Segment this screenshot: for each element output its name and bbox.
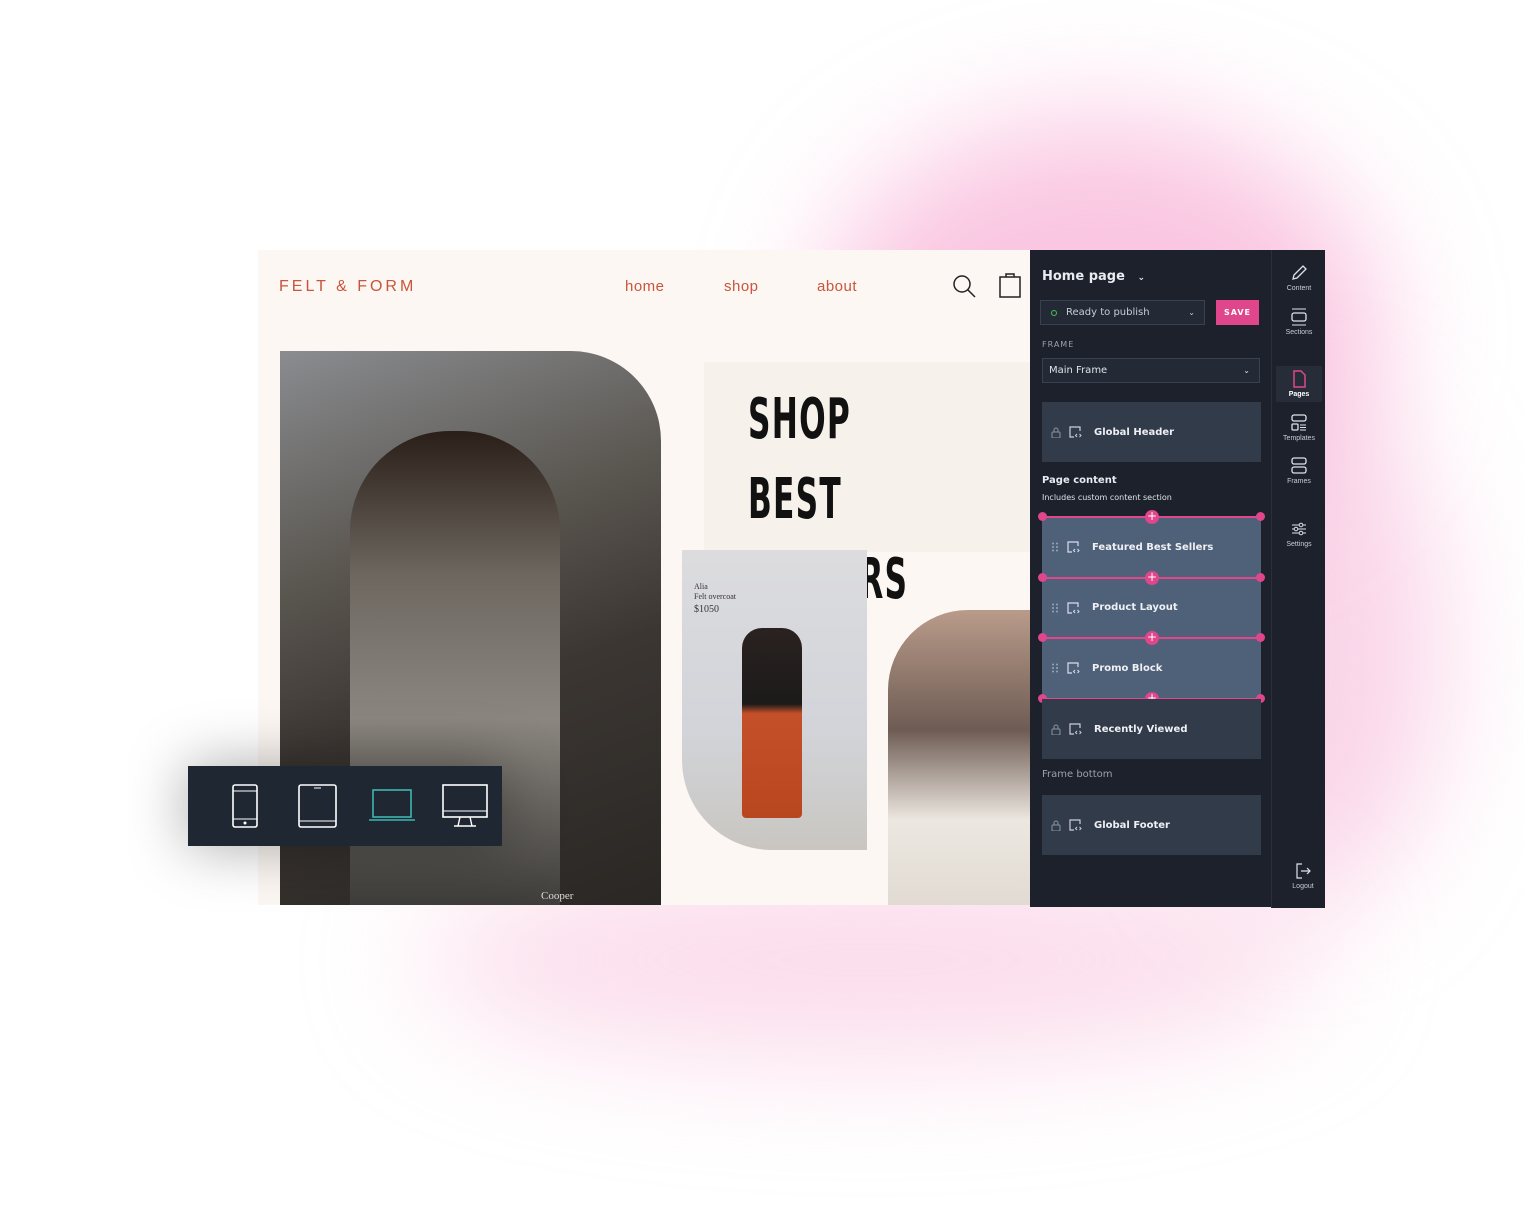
insert-handle[interactable] <box>1038 572 1047 582</box>
rail-content[interactable]: Content <box>1276 264 1322 292</box>
status-dot-icon <box>1051 309 1057 316</box>
add-section-button[interactable]: + <box>1145 510 1159 524</box>
insert-line: + <box>1038 510 1265 524</box>
code-section-icon <box>1069 426 1082 438</box>
insert-handle[interactable] <box>1256 572 1265 582</box>
pencil-icon <box>1292 265 1307 280</box>
tablet-icon <box>298 784 338 828</box>
insert-line: + <box>1038 570 1265 585</box>
device-switcher <box>188 766 502 846</box>
phone-icon <box>231 784 258 828</box>
desktop-icon <box>442 784 489 827</box>
status-dropdown[interactable]: Ready to publish ⌄ <box>1040 300 1205 325</box>
save-button[interactable]: SAVE <box>1216 300 1259 325</box>
rail-sections[interactable]: Sections <box>1276 308 1322 336</box>
page-icon <box>1293 370 1306 388</box>
model-image <box>888 610 1030 905</box>
laptop-icon <box>368 789 415 821</box>
icon-rail: Content Sections Pages Templates Frames … <box>1271 250 1325 908</box>
insert-handle[interactable] <box>1038 512 1047 521</box>
templates-icon <box>1291 414 1307 431</box>
shopping-bag-icon[interactable] <box>999 272 1021 298</box>
lock-icon <box>1051 820 1061 831</box>
block-featured-best-sellers[interactable]: Featured Best Sellers <box>1042 517 1261 577</box>
sliders-icon <box>1292 522 1306 536</box>
nav-shop[interactable]: shop <box>724 278 759 295</box>
insert-line: + <box>1038 631 1265 645</box>
frame-label: FRAME <box>1042 340 1075 349</box>
insert-handle[interactable] <box>1256 512 1265 521</box>
logout-icon <box>1296 863 1311 879</box>
rail-templates[interactable]: Templates <box>1276 414 1322 442</box>
block-promo-block[interactable]: Promo Block <box>1042 638 1261 698</box>
chevron-down-icon: ⌄ <box>1243 366 1250 375</box>
lock-icon <box>1051 724 1061 735</box>
insert-handle[interactable] <box>1038 633 1047 642</box>
device-laptop[interactable] <box>355 788 429 824</box>
nav-home[interactable]: home <box>625 278 665 295</box>
chevron-down-icon: ⌄ <box>1188 308 1195 317</box>
sections-icon <box>1291 308 1307 326</box>
code-section-icon <box>1067 662 1080 674</box>
add-section-button[interactable]: + <box>1145 631 1159 645</box>
lock-icon <box>1051 427 1061 438</box>
add-section-button[interactable]: + <box>1145 570 1159 585</box>
site-logo[interactable]: FELT & FORM <box>279 278 416 296</box>
device-phone[interactable] <box>208 784 282 828</box>
code-section-icon <box>1069 723 1082 735</box>
drag-handle-icon[interactable] <box>1051 542 1059 552</box>
product-card[interactable]: Alia Felt overcoat $1050 <box>682 550 867 850</box>
frame-bottom-label: Frame bottom <box>1042 769 1113 780</box>
nav-about[interactable]: about <box>817 278 857 295</box>
block-global-footer[interactable]: Global Footer <box>1042 795 1261 855</box>
page-content-subtitle: Includes custom content section <box>1042 493 1172 502</box>
product-name: Alia <box>694 582 708 591</box>
block-product-layout[interactable]: Product Layout <box>1042 577 1261 638</box>
drag-handle-icon[interactable] <box>1051 663 1059 673</box>
device-desktop[interactable] <box>429 784 503 828</box>
block-recently-viewed[interactable]: Recently Viewed <box>1042 699 1261 759</box>
logout-button[interactable]: Logout <box>1280 862 1326 890</box>
frame-dropdown[interactable]: Main Frame ⌄ <box>1042 358 1260 383</box>
image-caption: Cooper <box>541 890 574 902</box>
block-global-header[interactable]: Global Header <box>1042 402 1261 462</box>
product-price: $1050 <box>694 604 719 615</box>
drag-handle-icon[interactable] <box>1051 603 1059 613</box>
code-section-icon <box>1069 819 1082 831</box>
frames-icon <box>1291 457 1307 474</box>
rail-settings[interactable]: Settings <box>1276 520 1322 548</box>
search-icon[interactable] <box>952 274 976 298</box>
product-desc: Felt overcoat <box>694 592 736 601</box>
rail-pages[interactable]: Pages <box>1276 366 1322 402</box>
chevron-down-icon: ⌄ <box>1137 273 1145 283</box>
page-content-heading: Page content <box>1042 475 1117 486</box>
page-selector[interactable]: Home page ⌄ <box>1042 269 1145 284</box>
rail-frames[interactable]: Frames <box>1276 457 1322 485</box>
device-tablet[interactable] <box>282 784 356 828</box>
editor-panel: Home page ⌄ Ready to publish ⌄ SAVE FRAME… <box>1030 250 1271 907</box>
insert-handle[interactable] <box>1256 633 1265 642</box>
code-section-icon <box>1067 541 1080 553</box>
code-section-icon <box>1067 601 1080 614</box>
